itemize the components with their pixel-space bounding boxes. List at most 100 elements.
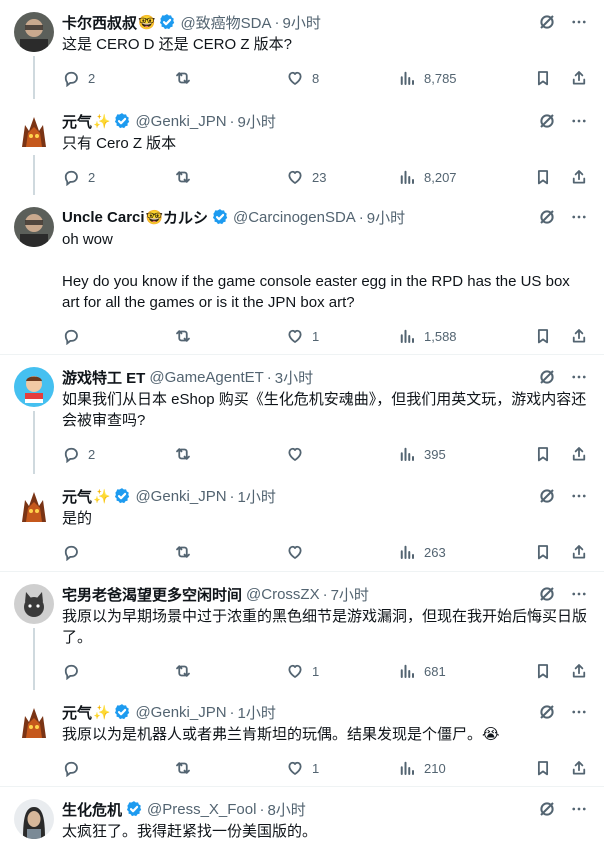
like-button[interactable]: 1 [286, 662, 398, 680]
like-button[interactable]: 23 [286, 168, 398, 186]
grok-icon[interactable] [538, 208, 556, 226]
reply-button[interactable] [62, 759, 174, 777]
reply-button[interactable] [62, 662, 174, 680]
more-icon[interactable] [570, 585, 588, 603]
timestamp[interactable]: 9小时 [283, 12, 321, 33]
tweet[interactable]: 元气 ✨ @Genki_JPN · 1小时 我原以为是机器人或者弗兰肯斯坦的玩偶… [0, 690, 604, 787]
avatar[interactable] [14, 702, 54, 742]
timestamp[interactable]: 8小时 [267, 799, 305, 820]
display-name[interactable]: 元气 [62, 486, 92, 507]
avatar[interactable] [14, 486, 54, 526]
reply-button[interactable]: 2 [62, 168, 174, 186]
more-icon[interactable] [570, 800, 588, 818]
avatar[interactable] [14, 12, 54, 52]
handle[interactable]: @CarcinogenSDA [233, 209, 356, 226]
timestamp[interactable]: 9小时 [367, 207, 405, 228]
retweet-icon [174, 168, 192, 186]
avatar[interactable] [14, 207, 54, 247]
share-button[interactable] [570, 445, 588, 463]
display-name[interactable]: 卡尔西叔叔 [62, 12, 137, 33]
reply-button[interactable]: 2 [62, 445, 174, 463]
tweet[interactable]: 生化危机 @Press_X_Fool · 8小时 太疯狂了。我得赶紧找一份美国版… [0, 787, 604, 847]
grok-icon[interactable] [538, 112, 556, 130]
handle[interactable]: @CrossZX [246, 586, 320, 603]
grok-icon[interactable] [538, 585, 556, 603]
like-button[interactable]: 8 [286, 69, 398, 87]
bookmark-button[interactable] [534, 69, 552, 87]
retweet-button[interactable] [174, 327, 286, 345]
views-button[interactable]: 210 [398, 759, 510, 777]
avatar[interactable] [14, 367, 54, 407]
retweet-button[interactable] [174, 543, 286, 561]
like-button[interactable] [286, 445, 398, 463]
tweet[interactable]: 元气 ✨ @Genki_JPN · 9小时 只有 Cero Z 版本 2 23 … [0, 99, 604, 195]
timestamp[interactable]: 1小时 [238, 486, 276, 507]
display-name[interactable]: 生化危机 [62, 799, 122, 820]
more-icon[interactable] [570, 703, 588, 721]
like-button[interactable]: 1 [286, 759, 398, 777]
share-button[interactable] [570, 543, 588, 561]
retweet-button[interactable] [174, 445, 286, 463]
more-icon[interactable] [570, 13, 588, 31]
tweet[interactable]: 宅男老爸渴望更多空闲时间 @CrossZX · 7小时 我原以为早期场景中过于浓… [0, 572, 604, 690]
display-name[interactable]: 宅男老爸渴望更多空闲时间 [62, 584, 242, 605]
views-button[interactable]: 263 [398, 543, 510, 561]
avatar[interactable] [14, 111, 54, 151]
grok-icon[interactable] [538, 703, 556, 721]
share-button[interactable] [570, 662, 588, 680]
handle[interactable]: @Press_X_Fool [147, 801, 256, 818]
grok-icon[interactable] [538, 368, 556, 386]
handle[interactable]: @Genki_JPN [135, 488, 226, 505]
reply-button[interactable] [62, 327, 174, 345]
handle[interactable]: @Genki_JPN [135, 113, 226, 130]
avatar[interactable] [14, 799, 54, 839]
timestamp[interactable]: 1小时 [238, 702, 276, 723]
bookmark-button[interactable] [534, 327, 552, 345]
bookmark-button[interactable] [534, 662, 552, 680]
timestamp[interactable]: 9小时 [238, 111, 276, 132]
reply-button[interactable] [62, 543, 174, 561]
grok-icon[interactable] [538, 487, 556, 505]
grok-icon[interactable] [538, 13, 556, 31]
like-button[interactable] [286, 543, 398, 561]
views-button[interactable]: 1,588 [398, 327, 510, 345]
grok-icon[interactable] [538, 800, 556, 818]
handle[interactable]: @致癌物SDA [180, 12, 271, 33]
display-name-suffix[interactable]: カルシ [163, 207, 208, 228]
share-button[interactable] [570, 759, 588, 777]
display-name[interactable]: 游戏特工 ET [62, 367, 145, 388]
timestamp[interactable]: 3小时 [275, 367, 313, 388]
share-button[interactable] [570, 327, 588, 345]
display-name[interactable]: 元气 [62, 111, 92, 132]
bookmark-button[interactable] [534, 445, 552, 463]
views-button[interactable]: 395 [398, 445, 510, 463]
more-icon[interactable] [570, 487, 588, 505]
retweet-button[interactable] [174, 168, 286, 186]
tweet[interactable]: 游戏特工 ET @GameAgentET · 3小时 如果我们从日本 eShop… [0, 355, 604, 474]
avatar[interactable] [14, 584, 54, 624]
display-name[interactable]: 元气 [62, 702, 92, 723]
views-button[interactable]: 8,785 [398, 69, 510, 87]
display-name[interactable]: Uncle Carci [62, 209, 145, 226]
tweet[interactable]: 元气 ✨ @Genki_JPN · 1小时 是的 263 [0, 474, 604, 572]
retweet-button[interactable] [174, 662, 286, 680]
retweet-button[interactable] [174, 69, 286, 87]
tweet[interactable]: Uncle Carci 🤓 カルシ @CarcinogenSDA · 9小时 o… [0, 195, 604, 355]
bookmark-button[interactable] [534, 759, 552, 777]
bookmark-button[interactable] [534, 168, 552, 186]
reply-button[interactable]: 2 [62, 69, 174, 87]
more-icon[interactable] [570, 112, 588, 130]
views-button[interactable]: 681 [398, 662, 510, 680]
handle[interactable]: @Genki_JPN [135, 704, 226, 721]
tweet[interactable]: 卡尔西叔叔 🤓 @致癌物SDA · 9小时 这是 CERO D 还是 CERO … [0, 0, 604, 99]
more-icon[interactable] [570, 208, 588, 226]
views-button[interactable]: 8,207 [398, 168, 510, 186]
handle[interactable]: @GameAgentET [149, 369, 263, 386]
share-button[interactable] [570, 69, 588, 87]
timestamp[interactable]: 7小时 [331, 584, 369, 605]
like-button[interactable]: 1 [286, 327, 398, 345]
share-button[interactable] [570, 168, 588, 186]
bookmark-button[interactable] [534, 543, 552, 561]
retweet-button[interactable] [174, 759, 286, 777]
more-icon[interactable] [570, 368, 588, 386]
